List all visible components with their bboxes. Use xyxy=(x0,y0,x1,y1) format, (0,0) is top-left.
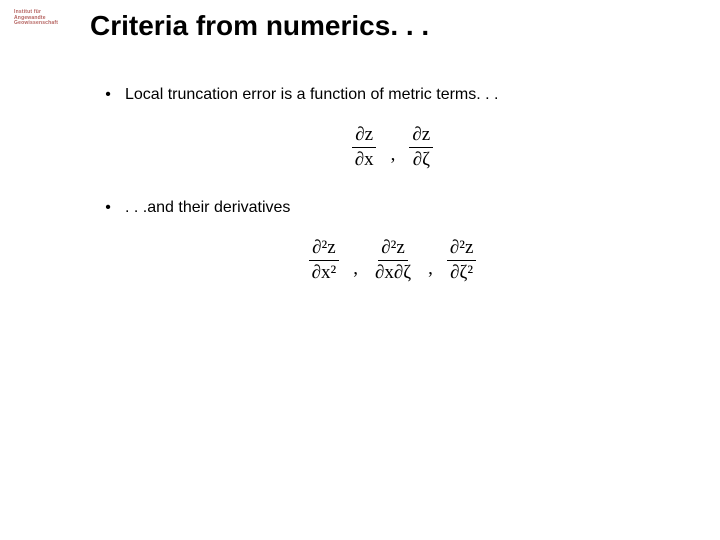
bullet-text: Local truncation error is a function of … xyxy=(125,85,498,106)
bullet-dot-icon: • xyxy=(105,198,111,219)
bullet-list: • Local truncation error is a function o… xyxy=(105,85,680,312)
institute-logo: Institut für Angewandte Geowissenschaft xyxy=(14,10,50,27)
bullet-dot-icon: • xyxy=(105,85,111,106)
fraction: ∂z ∂ζ xyxy=(409,124,433,171)
fraction-numerator: ∂z xyxy=(352,124,376,148)
bullet-item: • . . .and their derivatives xyxy=(105,198,680,219)
logo-line: Geowissenschaft xyxy=(14,21,50,27)
fraction-denominator: ∂ζ² xyxy=(447,261,476,284)
fraction-denominator: ∂x xyxy=(352,148,377,171)
fraction-denominator: ∂ζ xyxy=(410,148,433,171)
fraction-numerator: ∂²z xyxy=(378,237,408,261)
fraction-numerator: ∂²z xyxy=(447,237,477,261)
fraction-numerator: ∂²z xyxy=(309,237,339,261)
fraction-numerator: ∂z xyxy=(409,124,433,148)
separator: , xyxy=(349,258,362,280)
bullet-text: . . .and their derivatives xyxy=(125,198,290,219)
fraction: ∂²z ∂ζ² xyxy=(447,237,477,284)
fraction: ∂²z ∂x² xyxy=(309,237,340,284)
equation-first-order: ∂z ∂x , ∂z ∂ζ xyxy=(105,124,680,171)
separator: , xyxy=(424,258,437,280)
equation-second-order: ∂²z ∂x² , ∂²z ∂x∂ζ , ∂²z ∂ζ² xyxy=(105,237,680,284)
slide-title: Criteria from numerics. . . xyxy=(90,10,429,42)
fraction: ∂²z ∂x∂ζ xyxy=(372,237,414,284)
fraction-denominator: ∂x² xyxy=(309,261,340,284)
slide: Institut für Angewandte Geowissenschaft … xyxy=(0,0,720,540)
fraction-denominator: ∂x∂ζ xyxy=(372,261,414,284)
fraction: ∂z ∂x xyxy=(352,124,377,171)
separator: , xyxy=(387,144,400,166)
bullet-item: • Local truncation error is a function o… xyxy=(105,85,680,106)
